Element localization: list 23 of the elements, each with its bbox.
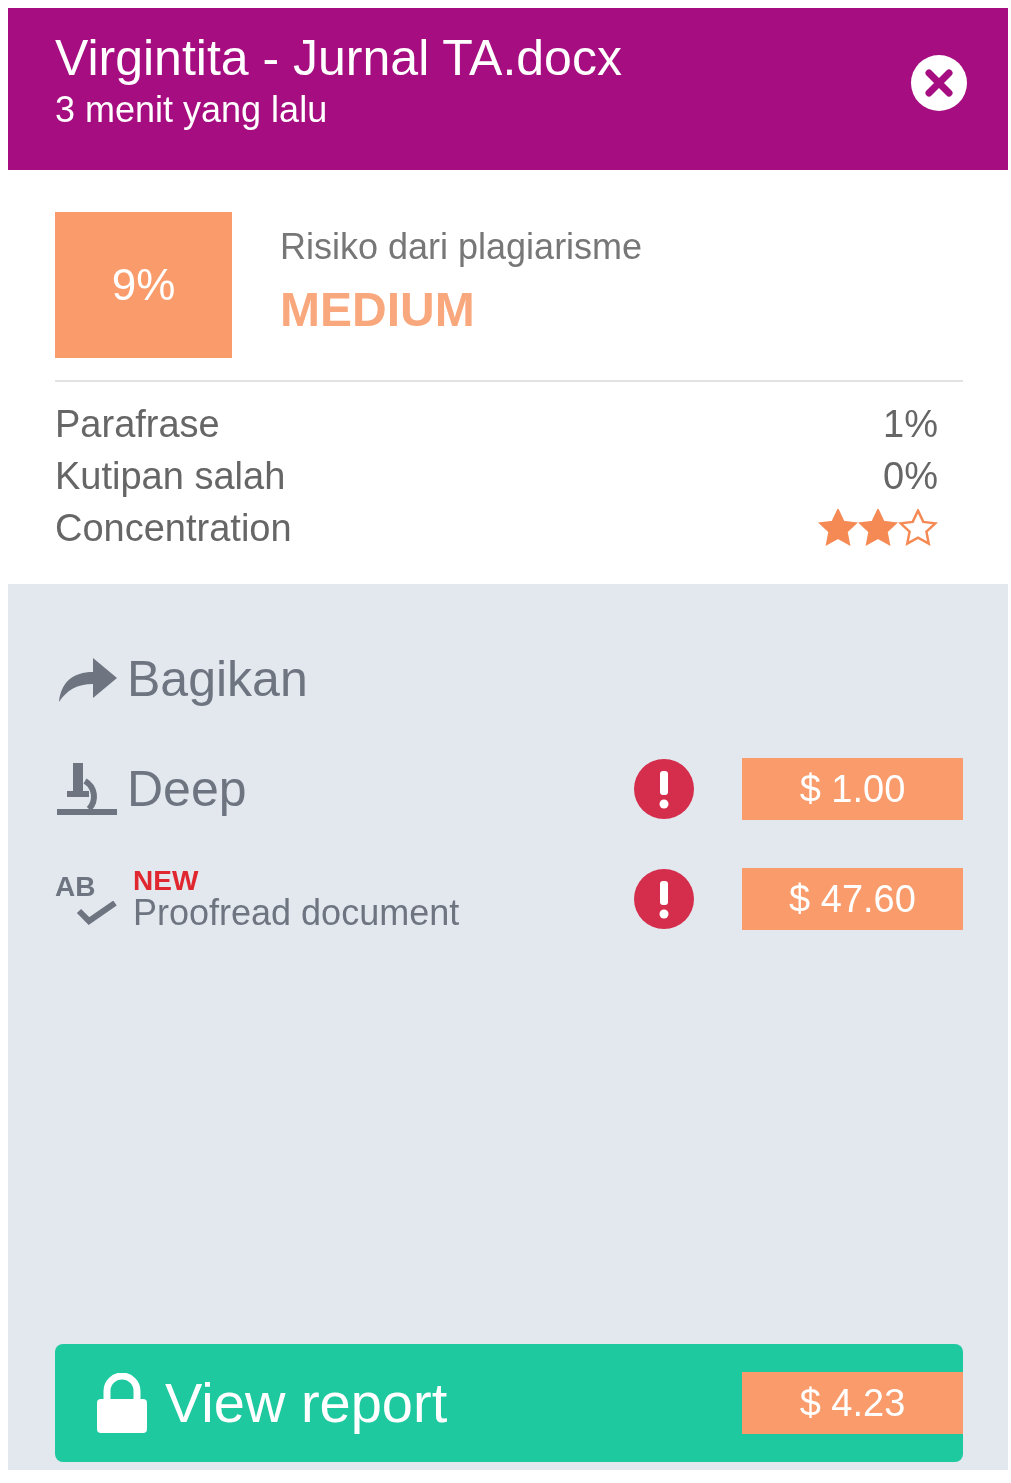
- stat-value: 0%: [883, 454, 938, 499]
- deep-check-option[interactable]: Deep: [127, 751, 247, 827]
- price-tag: $ 4.23: [742, 1372, 963, 1434]
- microscope-icon: [55, 761, 119, 817]
- document-title: Virgintita - Jurnal TA.docx: [55, 30, 622, 88]
- view-report-button[interactable]: View report $ 4.23: [55, 1344, 963, 1462]
- timestamp: 3 menit yang lalu: [55, 87, 329, 131]
- proofread-option[interactable]: Proofread document: [133, 895, 460, 931]
- price-button[interactable]: $ 47.60: [742, 868, 963, 930]
- stat-value: 1%: [883, 402, 938, 447]
- close-icon[interactable]: [910, 54, 968, 112]
- risk-label: Risiko dari plagiarisme: [280, 225, 643, 269]
- star-icon: [858, 509, 898, 547]
- new-label: NEW: [133, 867, 199, 895]
- stat-label: Kutipan salah: [55, 454, 286, 499]
- risk-level: MEDIUM: [280, 282, 476, 338]
- share-link[interactable]: Bagikan: [127, 641, 308, 717]
- risk-score-box: 9%: [55, 212, 232, 358]
- stat-label: Parafrase: [55, 402, 220, 447]
- price-button[interactable]: $ 1.00: [742, 758, 963, 820]
- star-icon: [898, 509, 938, 547]
- stat-label: Concentration: [55, 506, 292, 551]
- star-icon: [818, 509, 858, 547]
